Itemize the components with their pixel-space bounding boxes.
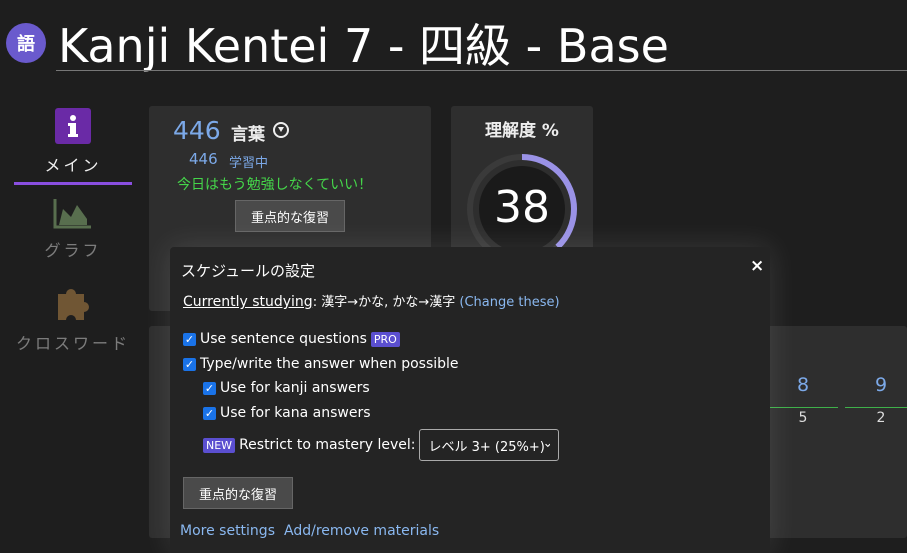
- close-icon[interactable]: ×: [750, 256, 764, 276]
- option-label: Use for kanji answers: [220, 380, 370, 396]
- level-col-count: 2: [876, 410, 886, 426]
- level-col-bar: [845, 407, 907, 408]
- learning-label: 学習中: [229, 156, 269, 171]
- sidebar-item-main[interactable]: メイン: [14, 108, 132, 185]
- chevron-down-icon[interactable]: [273, 122, 289, 138]
- focused-review-button[interactable]: 重点的な復習: [235, 200, 345, 232]
- select-value: レベル 3+ (25%+): [428, 439, 545, 455]
- page-title: Kanji Kentei 7 - 四級 - Base: [58, 19, 669, 73]
- level-col-bar: [770, 407, 838, 408]
- kana-answers-checkbox[interactable]: ✓: [203, 406, 216, 420]
- total-count: 446: [173, 116, 221, 145]
- sentence-questions-checkbox[interactable]: ✓: [183, 332, 196, 346]
- level-col-count: 5: [798, 410, 808, 426]
- sidebar-item-graph[interactable]: グラフ: [14, 197, 132, 261]
- app-logo[interactable]: 語: [6, 23, 46, 63]
- kanji-answers-option[interactable]: ✓ Use for kanji answers: [203, 380, 370, 396]
- level-col-header: 9: [874, 374, 888, 396]
- option-label: Use for kana answers: [220, 405, 371, 421]
- sidebar-item-crossword[interactable]: クロスワード: [14, 282, 132, 354]
- currently-studying: Currently studying: 漢字→かな, かな→漢字 (Change…: [183, 291, 560, 310]
- add-remove-materials-link[interactable]: Add/remove materials: [284, 523, 439, 539]
- chevron-down-icon: [544, 443, 551, 447]
- option-label: Type/write the answer when possible: [200, 356, 459, 372]
- puzzle-icon: [58, 289, 89, 320]
- type-answer-checkbox[interactable]: ✓: [183, 357, 196, 371]
- sidebar-item-label: クロスワード: [15, 334, 130, 353]
- currently-studying-label: Currently studying: [183, 294, 313, 310]
- mastery-card: 理解度 % 38: [451, 106, 593, 264]
- title-divider: [56, 70, 907, 71]
- level-col-header: 8: [796, 374, 810, 396]
- focused-review-button[interactable]: 重点的な復習: [183, 477, 293, 509]
- active-indicator: [14, 182, 132, 185]
- sidebar-item-label: グラフ: [44, 241, 102, 260]
- info-icon: [55, 108, 91, 144]
- pro-badge: PRO: [370, 331, 400, 347]
- change-these-link[interactable]: (Change these): [459, 295, 559, 310]
- new-badge: NEW: [203, 437, 236, 453]
- area-chart-icon: [53, 199, 91, 229]
- sentence-questions-option[interactable]: ✓ Use sentence questions PRO: [183, 331, 400, 347]
- done-message: 今日はもう勉強しなくていい！: [177, 177, 373, 193]
- more-settings-link[interactable]: More settings: [180, 523, 275, 539]
- option-label: Restrict to mastery level:: [239, 437, 416, 453]
- currently-studying-value: : 漢字→かな, かな→漢字: [312, 295, 456, 310]
- kanji-answers-checkbox[interactable]: ✓: [203, 381, 216, 395]
- schedule-settings-modal: スケジュールの設定 × Currently studying: 漢字→かな, か…: [170, 247, 770, 553]
- mastery-level-select[interactable]: レベル 3+ (25%+): [419, 429, 560, 461]
- mastery-restrict-option: NEW Restrict to mastery level: レベル 3+ (2…: [203, 429, 560, 461]
- type-answer-option[interactable]: ✓ Type/write the answer when possible: [183, 356, 459, 372]
- total-label: 言葉: [231, 125, 265, 145]
- kana-answers-option[interactable]: ✓ Use for kana answers: [203, 405, 371, 421]
- sidebar-item-label: メイン: [44, 156, 102, 175]
- modal-title: スケジュールの設定: [181, 262, 315, 280]
- mastery-title: 理解度 %: [485, 121, 559, 141]
- option-label: Use sentence questions: [200, 331, 367, 347]
- learning-count: 446: [189, 150, 218, 168]
- mastery-value: 38: [494, 182, 550, 233]
